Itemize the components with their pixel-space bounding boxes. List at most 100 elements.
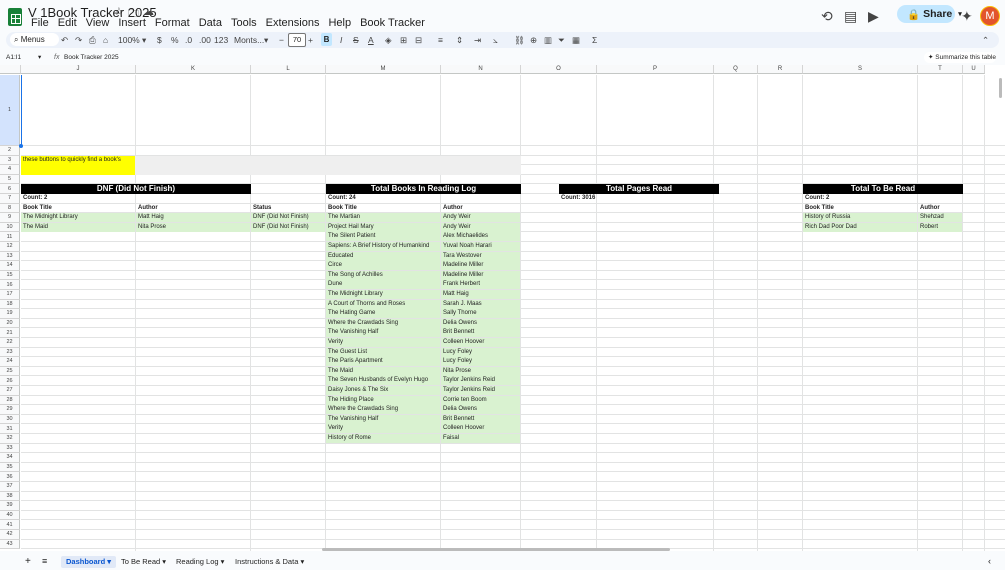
borders-icon[interactable]: ⊞ xyxy=(400,34,407,46)
reading-log-cell[interactable]: Sarah J. Maas xyxy=(441,299,520,309)
row-header[interactable]: 21 xyxy=(0,328,20,338)
reading-log-cell[interactable]: Project Hail Mary xyxy=(326,222,440,232)
reading-log-cell[interactable]: Brit Bennett xyxy=(441,414,520,424)
row-header[interactable]: 42 xyxy=(0,530,20,540)
vertical-align-icon[interactable]: ⇕ xyxy=(456,34,463,46)
reading-log-cell[interactable]: Where the Crawdads Sing xyxy=(326,405,440,415)
decrease-decimal-button[interactable]: .0 xyxy=(185,34,192,46)
row-header[interactable]: 28 xyxy=(0,395,20,406)
to-be-read-count[interactable]: Count: 2 xyxy=(803,194,917,203)
functions-icon[interactable]: Σ xyxy=(592,34,597,46)
row-header[interactable]: 34 xyxy=(0,453,20,463)
insert-comment-icon[interactable]: ⊕ xyxy=(530,34,537,46)
reading-log-cell[interactable]: The Midnight Library xyxy=(326,290,440,299)
menu-format[interactable]: Format xyxy=(152,17,193,29)
reading-log-cell[interactable]: The Guest List xyxy=(326,347,440,357)
dnf-count[interactable]: Count: 2 xyxy=(21,194,135,203)
horizontal-scrollbar[interactable] xyxy=(322,548,670,551)
column-header[interactable]: N xyxy=(441,65,521,74)
meet-icon[interactable]: ▶ xyxy=(868,8,879,25)
reading-log-cell[interactable]: Lucy Foley xyxy=(441,347,520,357)
reading-log-cell[interactable]: Madeline Miller xyxy=(441,261,520,271)
row-header[interactable]: 1 xyxy=(0,75,20,146)
row-header[interactable]: 6 xyxy=(0,184,20,194)
reading-log-cell[interactable]: Sally Thorne xyxy=(441,309,520,319)
dnf-cell[interactable]: DNF (Did Not Finish) xyxy=(251,222,325,232)
to-be-read-header[interactable]: Author xyxy=(918,204,962,213)
dnf-cell[interactable]: DNF (Did Not Finish) xyxy=(251,213,325,223)
reading-log-cell[interactable]: Sapiens: A Brief History of Humankind xyxy=(326,242,440,251)
filter-views-icon[interactable]: ▦ xyxy=(572,34,580,46)
font-size-decrease-icon[interactable]: − xyxy=(279,34,284,46)
reading-log-cell[interactable]: Lucy Foley xyxy=(441,357,520,367)
history-icon[interactable]: ⟲ xyxy=(821,8,833,25)
reading-log-cell[interactable]: The Seven Husbands of Evelyn Hugo xyxy=(326,376,440,386)
tab-to-be-read[interactable]: To Be Read ▾ xyxy=(116,556,171,568)
tab-dashboard[interactable]: Dashboard ▾ xyxy=(61,556,117,568)
dnf-header[interactable]: Book Title xyxy=(21,204,135,213)
reading-log-cell[interactable]: Andy Weir xyxy=(441,222,520,232)
menu-insert[interactable]: Insert xyxy=(115,17,149,29)
reading-log-cell[interactable]: Delia Owens xyxy=(441,405,520,415)
add-sheet-icon[interactable]: + xyxy=(25,556,31,567)
reading-log-cell[interactable]: Verity xyxy=(326,338,440,347)
row-header[interactable]: 32 xyxy=(0,434,20,444)
bold-button[interactable]: B xyxy=(321,33,332,46)
zoom-chevron-icon[interactable]: ▾ xyxy=(142,34,146,46)
reading-log-count[interactable]: Count: 24 xyxy=(326,194,440,203)
reading-log-header[interactable]: Author xyxy=(441,204,520,213)
reading-log-cell[interactable]: The Martian xyxy=(326,213,440,223)
reading-log-cell[interactable]: Taylor Jenkins Reid xyxy=(441,386,520,395)
row-header[interactable]: 20 xyxy=(0,318,20,329)
dnf-cell[interactable]: The Maid xyxy=(21,222,135,232)
font-size-increase-icon[interactable]: + xyxy=(308,34,313,46)
row-header[interactable]: 16 xyxy=(0,280,20,290)
to-be-read-header[interactable]: Book Title xyxy=(803,204,917,213)
reading-log-cell[interactable]: Circe xyxy=(326,261,440,271)
reading-log-cell[interactable]: Tara Westover xyxy=(441,251,520,261)
row-header[interactable]: 19 xyxy=(0,309,20,319)
reading-log-cell[interactable]: Where the Crawdads Sing xyxy=(326,318,440,328)
reading-log-cell[interactable]: Alex Michaelides xyxy=(441,232,520,242)
reading-log-cell[interactable]: Brit Bennett xyxy=(441,328,520,338)
dnf-header[interactable]: Author xyxy=(136,204,250,213)
column-header[interactable]: T xyxy=(918,65,963,74)
column-header[interactable]: O xyxy=(521,65,597,74)
comments-icon[interactable]: ▤ xyxy=(844,8,857,25)
reading-log-cell[interactable]: Delia Owens xyxy=(441,318,520,328)
row-header[interactable]: 37 xyxy=(0,482,20,492)
row-header[interactable]: 35 xyxy=(0,462,20,473)
row-header[interactable]: 40 xyxy=(0,510,20,521)
column-header[interactable]: K xyxy=(136,65,251,74)
row-header[interactable]: 25 xyxy=(0,366,20,377)
reading-log-cell[interactable]: A Court of Thorns and Roses xyxy=(326,299,440,309)
gemini-icon[interactable]: ✦ xyxy=(961,8,973,25)
reading-log-cell[interactable]: Nita Prose xyxy=(441,366,520,376)
dnf-cell[interactable]: Matt Haig xyxy=(136,213,250,223)
row-header[interactable]: 30 xyxy=(0,414,20,425)
row-header[interactable]: 23 xyxy=(0,347,20,358)
to-be-read-cell[interactable]: Shehzad xyxy=(918,213,962,223)
font-select[interactable]: Monts... xyxy=(234,34,264,46)
name-box-chevron-icon[interactable]: ▾ xyxy=(38,53,41,61)
tab-reading-log[interactable]: Reading Log ▾ xyxy=(171,556,229,568)
reading-log-cell[interactable]: The Hating Game xyxy=(326,309,440,319)
currency-format-button[interactable]: $ xyxy=(157,34,162,46)
row-header[interactable]: 43 xyxy=(0,539,20,550)
row-header[interactable]: 18 xyxy=(0,299,20,310)
reading-log-cell[interactable]: Colleen Hoover xyxy=(441,338,520,347)
reading-log-cell[interactable]: Verity xyxy=(326,424,440,434)
reading-log-cell[interactable]: The Song of Achilles xyxy=(326,270,440,280)
menu-data[interactable]: Data xyxy=(196,17,225,29)
horizontal-align-icon[interactable]: ≡ xyxy=(438,34,443,46)
row-header[interactable]: 14 xyxy=(0,261,20,271)
to-be-read-cell[interactable]: Robert xyxy=(918,222,962,232)
row-header[interactable]: 9 xyxy=(0,213,20,223)
increase-decimal-button[interactable]: .00 xyxy=(199,34,211,46)
row-header[interactable]: 22 xyxy=(0,338,20,348)
summarize-table-button[interactable]: ✦ Summarize this table xyxy=(924,52,996,63)
reading-log-cell[interactable]: Andy Weir xyxy=(441,213,520,223)
dnf-cell[interactable]: The Midnight Library xyxy=(21,213,135,223)
text-rotation-icon[interactable]: ⦣ xyxy=(493,34,498,46)
row-header[interactable]: 26 xyxy=(0,376,20,386)
